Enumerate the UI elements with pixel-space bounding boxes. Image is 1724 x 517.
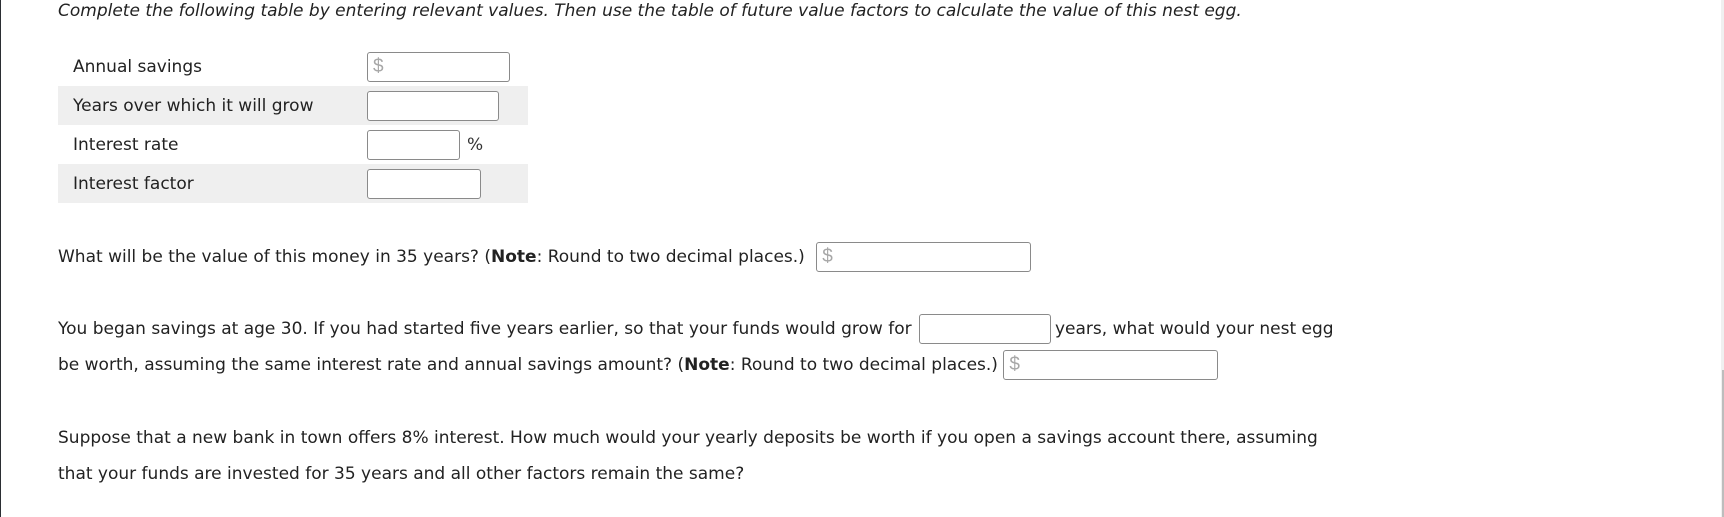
nest-egg-value-input[interactable]: $ xyxy=(816,242,1032,272)
note-label: Note xyxy=(684,355,730,375)
question-1-note: : Round to two decimal places.) xyxy=(536,247,805,267)
interest-rate-input[interactable] xyxy=(367,129,460,160)
annual-savings-label: Annual savings xyxy=(73,56,202,77)
percent-unit: % xyxy=(467,134,484,155)
question-3-line-2: that your funds are invested for 35 year… xyxy=(58,464,745,484)
question-2-note: : Round to two decimal places.) xyxy=(729,355,998,375)
years-input[interactable] xyxy=(367,90,499,121)
interest-factor-label: Interest factor xyxy=(73,173,194,194)
years-label: Years over which it will grow xyxy=(73,95,314,116)
interest-rate-label: Interest rate xyxy=(73,134,179,155)
question-1-text: What will be the value of this money in … xyxy=(58,247,491,267)
table-row-annual-savings: Annual savings $ xyxy=(58,47,528,86)
earlier-nest-egg-value-input[interactable]: $ xyxy=(1003,350,1219,380)
question-2-line-2: be worth, assuming the same interest rat… xyxy=(58,350,1219,380)
annual-savings-input[interactable]: $ xyxy=(367,51,510,82)
question-2-text-a: You began savings at age 30. If you had … xyxy=(58,319,912,339)
interest-factor-input[interactable] xyxy=(367,168,481,199)
earlier-years-input[interactable] xyxy=(918,314,1051,344)
dollar-sign-icon: $ xyxy=(1009,354,1020,375)
dollar-sign-icon: $ xyxy=(373,55,384,77)
note-label: Note xyxy=(491,247,537,267)
instruction-text: Complete the following table by entering… xyxy=(58,1,1242,21)
question-2-line-1: You began savings at age 30. If you had … xyxy=(58,314,1334,344)
table-row-interest-factor: Interest factor xyxy=(58,164,528,203)
question-2-text-b: years, what would your nest egg xyxy=(1054,319,1334,339)
table-row-years: Years over which it will grow xyxy=(58,86,528,125)
dollar-sign-icon: $ xyxy=(822,246,833,267)
question-1: What will be the value of this money in … xyxy=(58,242,1032,272)
table-row-interest-rate: Interest rate % xyxy=(58,125,528,164)
nest-egg-table: Annual savings $ Years over which it wil… xyxy=(58,47,528,203)
left-border xyxy=(0,0,1,517)
question-3-line-1: Suppose that a new bank in town offers 8… xyxy=(58,428,1318,448)
question-2-text-c: be worth, assuming the same interest rat… xyxy=(58,355,685,375)
